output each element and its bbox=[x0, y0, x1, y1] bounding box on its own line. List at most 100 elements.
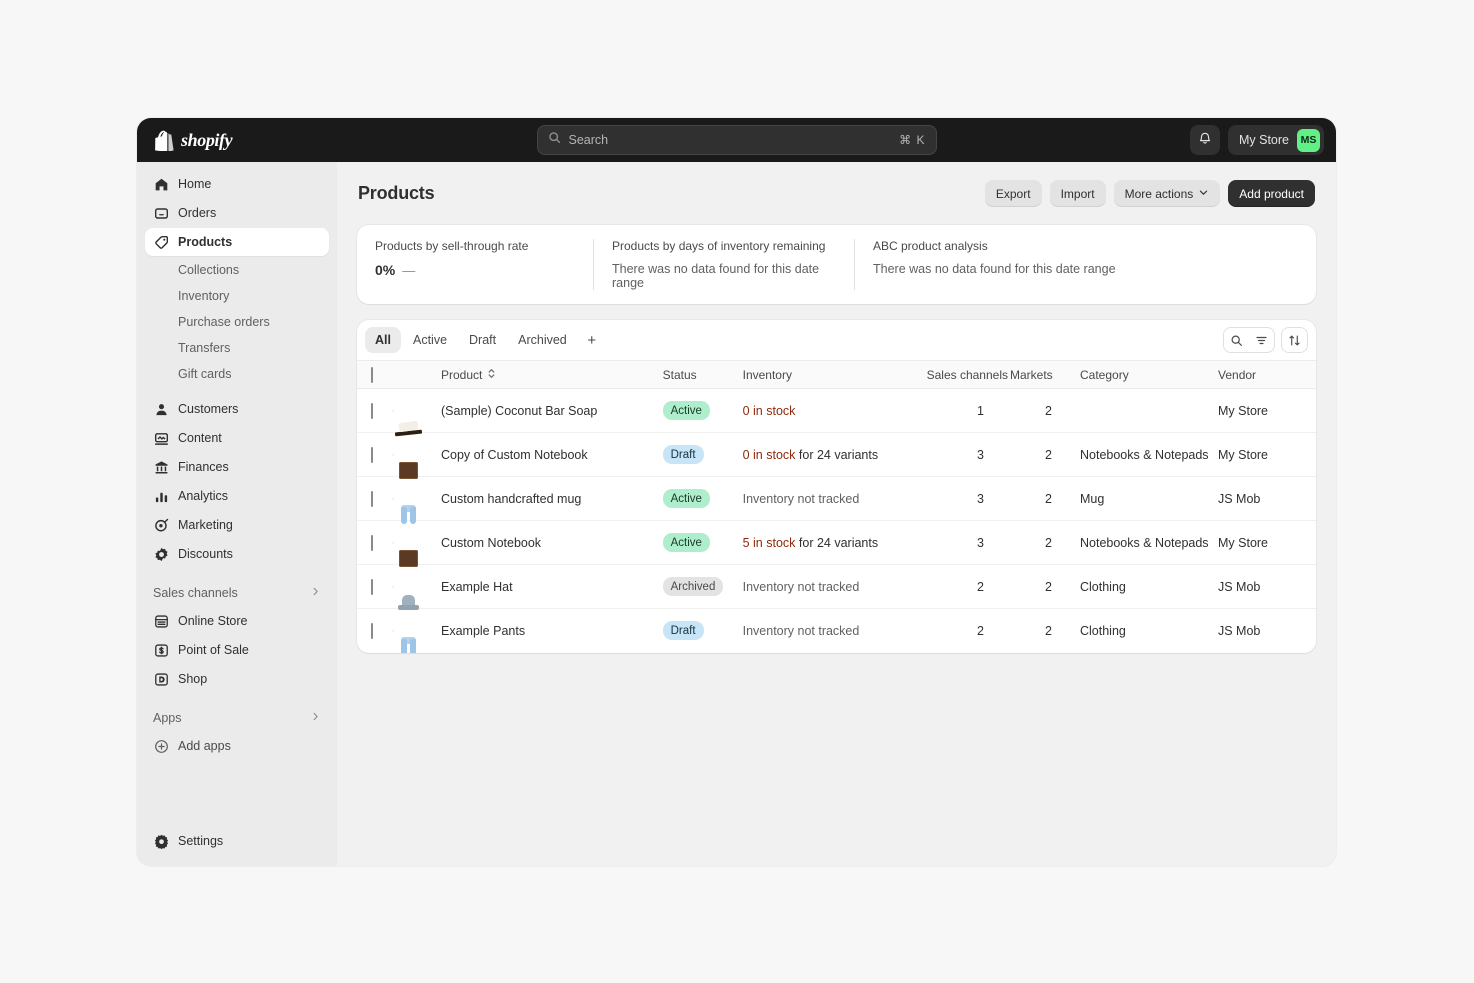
table-row[interactable]: Custom handcrafted mug Active Inventory no… bbox=[357, 476, 1316, 524]
product-name[interactable]: Copy of Custom Notebook bbox=[441, 448, 588, 462]
row-product-cell[interactable]: Custom Notebook bbox=[441, 520, 663, 565]
add-view-button[interactable]: + bbox=[579, 327, 605, 353]
row-category-cell: Clothing bbox=[1080, 623, 1126, 638]
global-search[interactable]: Search ⌘ K bbox=[536, 125, 937, 155]
status-badge: Draft bbox=[662, 445, 704, 464]
select-all-checkbox[interactable] bbox=[371, 366, 373, 383]
row-status-cell: Active bbox=[662, 520, 743, 565]
sidebar-item-purchase-orders[interactable]: Purchase orders bbox=[145, 309, 329, 335]
tab-draft[interactable]: Draft bbox=[459, 327, 506, 353]
column-header-status: Status bbox=[662, 360, 743, 389]
sidebar-item-shop[interactable]: Shop bbox=[145, 665, 329, 693]
add-product-button[interactable]: Add product bbox=[1228, 180, 1315, 207]
product-name[interactable]: Example Hat bbox=[441, 580, 513, 594]
sort-button[interactable] bbox=[1281, 327, 1308, 353]
row-status-cell: Draft bbox=[662, 432, 743, 477]
row-category-cell: Clothing bbox=[1070, 564, 1218, 609]
shopify-wordmark: shopify bbox=[181, 129, 233, 150]
row-select-cell bbox=[357, 388, 393, 433]
search-and-filter-group[interactable] bbox=[1223, 327, 1275, 353]
tab-all[interactable]: All bbox=[365, 327, 401, 353]
sidebar-item-analytics[interactable]: Analytics bbox=[145, 482, 329, 510]
sidebar-item-marketing[interactable]: Marketing bbox=[145, 511, 329, 539]
bell-icon bbox=[1198, 131, 1212, 150]
import-button[interactable]: Import bbox=[1049, 180, 1106, 207]
sidebar-item-customers[interactable]: Customers bbox=[145, 395, 329, 423]
sidebar-item-label: Settings bbox=[178, 834, 224, 848]
sidebar-item-transfers[interactable]: Transfers bbox=[145, 335, 329, 361]
product-name[interactable]: Example Pants bbox=[441, 624, 525, 638]
row-thumbnail-cell bbox=[393, 564, 441, 610]
table-head: Product Status Inventory Sales channels … bbox=[357, 360, 1316, 389]
sidebar-group-sales-channels[interactable]: Sales channels bbox=[145, 579, 329, 607]
search-icon bbox=[548, 131, 561, 149]
table-search-icon[interactable] bbox=[1224, 328, 1249, 352]
row-thumbnail-cell bbox=[393, 432, 441, 479]
thumbnail-header bbox=[393, 360, 441, 389]
row-select-cell bbox=[357, 520, 393, 565]
sidebar-item-online-store[interactable]: Online Store bbox=[145, 607, 329, 635]
sidebar-item-collections[interactable]: Collections bbox=[145, 257, 329, 283]
metric-days-of-inventory[interactable]: Products by days of inventory remaining … bbox=[593, 239, 854, 290]
sort-arrows-icon bbox=[487, 368, 496, 382]
sidebar-item-orders[interactable]: Orders bbox=[145, 199, 329, 227]
row-product-cell[interactable]: Example Pants bbox=[441, 609, 663, 653]
product-name[interactable]: Custom Notebook bbox=[441, 536, 541, 550]
row-checkbox[interactable] bbox=[371, 402, 373, 419]
row-select-cell bbox=[357, 564, 393, 609]
search-input[interactable]: Search ⌘ K bbox=[536, 125, 937, 155]
sort-icon[interactable] bbox=[1282, 328, 1307, 352]
table-row[interactable]: Copy of Custom Notebook Draft 0 in stock f… bbox=[357, 432, 1316, 479]
product-name[interactable]: (Sample) Coconut Bar Soap bbox=[441, 404, 597, 418]
discounts-badge-icon bbox=[153, 546, 169, 562]
store-switcher[interactable]: My Store MS bbox=[1227, 125, 1324, 155]
table-row[interactable]: Example Hat Archived Inventory not tracked… bbox=[357, 564, 1316, 610]
table-row[interactable]: (Sample) Coconut Bar Soap Active 0 in stoc… bbox=[357, 388, 1316, 436]
row-vendor-cell: My Store bbox=[1218, 432, 1316, 477]
sidebar-item-gift-cards[interactable]: Gift cards bbox=[145, 361, 329, 387]
row-checkbox[interactable] bbox=[371, 534, 373, 551]
sidebar-item-label: Online Store bbox=[178, 614, 248, 628]
metric-sell-through-rate[interactable]: Products by sell-through rate 0% — bbox=[357, 239, 593, 290]
tab-archived[interactable]: Archived bbox=[508, 327, 577, 353]
metric-title: Products by days of inventory remaining bbox=[612, 239, 826, 253]
sidebar-item-finances[interactable]: Finances bbox=[145, 453, 329, 481]
filter-icon[interactable] bbox=[1249, 328, 1274, 352]
sidebar-group-apps[interactable]: Apps bbox=[145, 704, 329, 732]
row-product-cell[interactable]: Custom handcrafted mug bbox=[441, 476, 663, 521]
row-checkbox[interactable] bbox=[371, 490, 373, 507]
row-product-cell[interactable]: (Sample) Coconut Bar Soap bbox=[441, 388, 663, 433]
sidebar-item-point-of-sale[interactable]: Point of Sale bbox=[145, 636, 329, 664]
product-name[interactable]: Custom handcrafted mug bbox=[441, 492, 581, 506]
more-actions-label: More actions bbox=[1124, 186, 1194, 201]
table-row[interactable]: Custom Notebook Active 5 in stock for 24 v… bbox=[357, 520, 1316, 567]
sidebar-item-add-apps[interactable]: Add apps bbox=[145, 732, 329, 760]
shopify-logo[interactable]: shopify bbox=[149, 129, 233, 152]
row-product-cell[interactable]: Example Hat bbox=[441, 564, 663, 609]
column-header-product[interactable]: Product bbox=[441, 360, 663, 389]
row-status-cell: Draft bbox=[662, 609, 743, 653]
export-button[interactable]: Export bbox=[984, 180, 1042, 207]
page-actions: Export Import More actions Add product bbox=[984, 180, 1315, 207]
row-product-cell[interactable]: Copy of Custom Notebook bbox=[441, 432, 663, 477]
tab-active[interactable]: Active bbox=[403, 327, 457, 353]
sidebar-item-inventory[interactable]: Inventory bbox=[145, 283, 329, 309]
sidebar-item-label: Orders bbox=[178, 206, 217, 220]
row-sales-channels-cell: 2 bbox=[920, 564, 1008, 609]
inventory-count: 5 in stock bbox=[742, 535, 796, 550]
orders-icon bbox=[153, 205, 169, 221]
sidebar-item-settings[interactable]: Settings bbox=[145, 827, 329, 855]
sidebar-item-products[interactable]: Products bbox=[145, 228, 329, 256]
more-actions-button[interactable]: More actions bbox=[1113, 180, 1221, 207]
table-row[interactable]: Example Pants Draft Inventory not tracked 2… bbox=[357, 609, 1316, 653]
notifications-button[interactable] bbox=[1189, 125, 1220, 155]
row-checkbox[interactable] bbox=[371, 446, 373, 463]
avatar: MS bbox=[1297, 128, 1320, 152]
sidebar-item-discounts[interactable]: Discounts bbox=[145, 540, 329, 568]
metric-abc-analysis[interactable]: ABC product analysis There was no data f… bbox=[854, 239, 1316, 290]
sidebar-item-home[interactable]: Home bbox=[145, 170, 329, 198]
row-markets-cell: 2 bbox=[1008, 388, 1070, 433]
sidebar-item-content[interactable]: Content bbox=[145, 424, 329, 452]
row-checkbox[interactable] bbox=[371, 578, 373, 595]
row-checkbox[interactable] bbox=[371, 622, 373, 639]
